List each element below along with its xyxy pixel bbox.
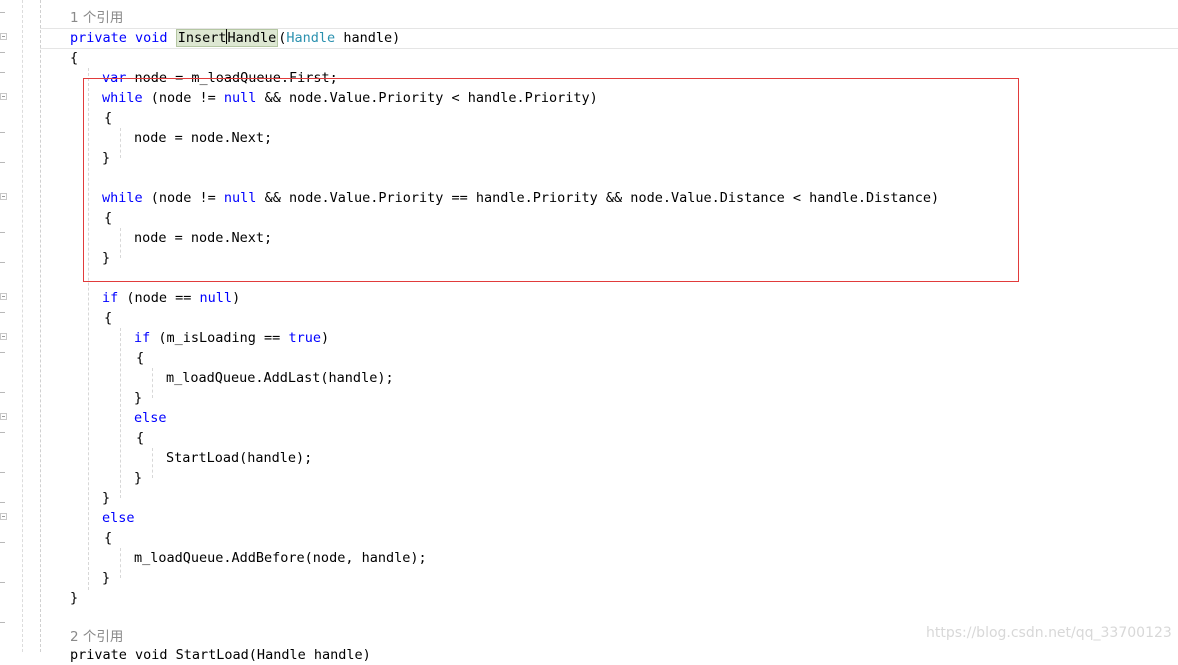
brace: {: [136, 350, 145, 366]
code-line: m_loadQueue.AddLast(handle);: [166, 370, 394, 386]
reference-count[interactable]: 1 个引用: [70, 8, 123, 28]
keyword: if: [102, 290, 119, 306]
brace: {: [104, 310, 113, 326]
brace: {: [136, 430, 145, 446]
brace: {: [104, 530, 113, 546]
keyword: void: [135, 30, 168, 46]
method-signature: private void InsertHandle (Handle handle): [70, 28, 400, 48]
keyword: true: [288, 330, 321, 346]
brace: }: [70, 590, 79, 606]
code-line-partial: private void StartLoad(Handle handle): [70, 647, 371, 663]
indent-guide: [120, 548, 121, 578]
highlight-box: [83, 78, 1019, 282]
watermark: https://blog.csdn.net/qq_33700123: [926, 625, 1172, 641]
method-name-highlight[interactable]: InsertHandle: [175, 29, 279, 47]
brace: }: [134, 390, 143, 406]
code-text: ): [320, 330, 330, 346]
param: handle): [335, 30, 401, 46]
code-text: ): [232, 290, 241, 306]
fold-icon[interactable]: [0, 333, 7, 340]
fold-icon[interactable]: [0, 513, 7, 520]
keyword: else: [102, 510, 135, 526]
brace: }: [102, 490, 111, 506]
indent-guide: [120, 328, 121, 498]
code-text: (node ==: [118, 290, 200, 306]
keyword: if: [134, 330, 151, 346]
fold-icon[interactable]: [0, 413, 7, 420]
brace: }: [102, 570, 111, 586]
indent-guide: [152, 368, 153, 398]
reference-count[interactable]: 2 个引用: [70, 627, 123, 647]
code-editor[interactable]: 1 个引用 private void InsertHandle (Handle h…: [0, 0, 1178, 663]
margin-guide: [22, 0, 23, 652]
fold-icon[interactable]: [0, 293, 7, 300]
indent-guide: [152, 448, 153, 478]
brace: }: [134, 470, 143, 486]
fold-icon[interactable]: [0, 93, 7, 100]
method-name-part: Handle: [227, 30, 277, 46]
fold-icon[interactable]: [0, 193, 7, 200]
keyword: private: [70, 30, 127, 46]
code-line: StartLoad(handle);: [166, 450, 313, 466]
fold-icon[interactable]: [0, 33, 7, 40]
margin-guide: [40, 0, 41, 652]
code-line: if (m_isLoading == true): [134, 328, 329, 348]
code-line: if (node == null): [102, 288, 240, 308]
code-line: m_loadQueue.AddBefore(node, handle);: [134, 550, 427, 566]
method-name-part: Insert: [177, 30, 227, 46]
brace: {: [70, 50, 79, 66]
keyword: null: [199, 290, 233, 306]
code-text: (m_isLoading ==: [150, 330, 289, 346]
type-name: Handle: [286, 30, 336, 46]
keyword: else: [134, 410, 167, 426]
